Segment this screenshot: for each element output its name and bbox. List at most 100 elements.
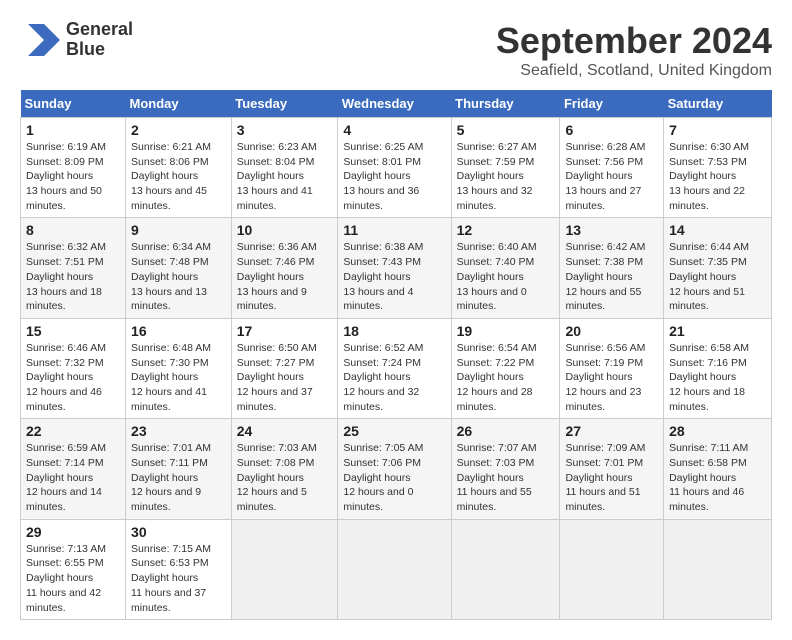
day-info: Sunrise: 7:11 AMSunset: 6:58 PMDaylight … bbox=[669, 442, 748, 513]
day-info: Sunrise: 6:48 AMSunset: 7:30 PMDaylight … bbox=[131, 342, 211, 413]
calendar-week-row: 8 Sunrise: 6:32 AMSunset: 7:51 PMDayligh… bbox=[21, 218, 772, 318]
day-number: 7 bbox=[669, 122, 766, 138]
calendar-cell: 5 Sunrise: 6:27 AMSunset: 7:59 PMDayligh… bbox=[451, 118, 560, 218]
calendar-cell: 21 Sunrise: 6:58 AMSunset: 7:16 PMDaylig… bbox=[664, 318, 772, 418]
calendar-cell: 27 Sunrise: 7:09 AMSunset: 7:01 PMDaylig… bbox=[560, 419, 664, 519]
day-number: 28 bbox=[669, 423, 766, 439]
calendar-table: SundayMondayTuesdayWednesdayThursdayFrid… bbox=[20, 90, 772, 620]
calendar-cell: 3 Sunrise: 6:23 AMSunset: 8:04 PMDayligh… bbox=[231, 118, 338, 218]
day-number: 5 bbox=[457, 122, 555, 138]
day-info: Sunrise: 6:27 AMSunset: 7:59 PMDaylight … bbox=[457, 141, 537, 212]
day-number: 1 bbox=[26, 122, 120, 138]
calendar-cell bbox=[664, 519, 772, 619]
calendar-cell: 19 Sunrise: 6:54 AMSunset: 7:22 PMDaylig… bbox=[451, 318, 560, 418]
day-info: Sunrise: 7:05 AMSunset: 7:06 PMDaylight … bbox=[343, 442, 423, 513]
day-info: Sunrise: 6:28 AMSunset: 7:56 PMDaylight … bbox=[565, 141, 645, 212]
day-info: Sunrise: 7:01 AMSunset: 7:11 PMDaylight … bbox=[131, 442, 211, 513]
day-header-tuesday: Tuesday bbox=[231, 90, 338, 118]
day-info: Sunrise: 6:19 AMSunset: 8:09 PMDaylight … bbox=[26, 141, 106, 212]
calendar-cell: 26 Sunrise: 7:07 AMSunset: 7:03 PMDaylig… bbox=[451, 419, 560, 519]
logo: General Blue bbox=[20, 20, 133, 60]
day-info: Sunrise: 6:54 AMSunset: 7:22 PMDaylight … bbox=[457, 342, 537, 413]
calendar-cell bbox=[560, 519, 664, 619]
calendar-cell bbox=[451, 519, 560, 619]
day-number: 14 bbox=[669, 222, 766, 238]
calendar-cell: 8 Sunrise: 6:32 AMSunset: 7:51 PMDayligh… bbox=[21, 218, 126, 318]
day-info: Sunrise: 6:38 AMSunset: 7:43 PMDaylight … bbox=[343, 241, 423, 312]
day-number: 8 bbox=[26, 222, 120, 238]
page-header: General Blue September 2024 Seafield, Sc… bbox=[20, 20, 772, 80]
day-number: 30 bbox=[131, 524, 226, 540]
day-info: Sunrise: 6:58 AMSunset: 7:16 PMDaylight … bbox=[669, 342, 749, 413]
day-header-friday: Friday bbox=[560, 90, 664, 118]
calendar-cell: 20 Sunrise: 6:56 AMSunset: 7:19 PMDaylig… bbox=[560, 318, 664, 418]
day-info: Sunrise: 6:30 AMSunset: 7:53 PMDaylight … bbox=[669, 141, 749, 212]
calendar-week-row: 22 Sunrise: 6:59 AMSunset: 7:14 PMDaylig… bbox=[21, 419, 772, 519]
calendar-cell: 24 Sunrise: 7:03 AMSunset: 7:08 PMDaylig… bbox=[231, 419, 338, 519]
day-info: Sunrise: 6:52 AMSunset: 7:24 PMDaylight … bbox=[343, 342, 423, 413]
day-info: Sunrise: 6:32 AMSunset: 7:51 PMDaylight … bbox=[26, 241, 106, 312]
calendar-cell: 9 Sunrise: 6:34 AMSunset: 7:48 PMDayligh… bbox=[126, 218, 232, 318]
calendar-cell: 6 Sunrise: 6:28 AMSunset: 7:56 PMDayligh… bbox=[560, 118, 664, 218]
day-info: Sunrise: 6:25 AMSunset: 8:01 PMDaylight … bbox=[343, 141, 423, 212]
day-number: 9 bbox=[131, 222, 226, 238]
logo-text: General Blue bbox=[66, 20, 133, 60]
day-number: 10 bbox=[237, 222, 333, 238]
calendar-cell: 1 Sunrise: 6:19 AMSunset: 8:09 PMDayligh… bbox=[21, 118, 126, 218]
day-header-thursday: Thursday bbox=[451, 90, 560, 118]
day-number: 2 bbox=[131, 122, 226, 138]
calendar-cell: 12 Sunrise: 6:40 AMSunset: 7:40 PMDaylig… bbox=[451, 218, 560, 318]
calendar-cell: 11 Sunrise: 6:38 AMSunset: 7:43 PMDaylig… bbox=[338, 218, 451, 318]
calendar-cell: 14 Sunrise: 6:44 AMSunset: 7:35 PMDaylig… bbox=[664, 218, 772, 318]
calendar-cell: 15 Sunrise: 6:46 AMSunset: 7:32 PMDaylig… bbox=[21, 318, 126, 418]
day-number: 17 bbox=[237, 323, 333, 339]
day-number: 3 bbox=[237, 122, 333, 138]
day-info: Sunrise: 6:40 AMSunset: 7:40 PMDaylight … bbox=[457, 241, 537, 312]
calendar-cell: 10 Sunrise: 6:36 AMSunset: 7:46 PMDaylig… bbox=[231, 218, 338, 318]
day-number: 20 bbox=[565, 323, 658, 339]
calendar-cell: 28 Sunrise: 7:11 AMSunset: 6:58 PMDaylig… bbox=[664, 419, 772, 519]
calendar-week-row: 1 Sunrise: 6:19 AMSunset: 8:09 PMDayligh… bbox=[21, 118, 772, 218]
calendar-cell: 25 Sunrise: 7:05 AMSunset: 7:06 PMDaylig… bbox=[338, 419, 451, 519]
day-number: 13 bbox=[565, 222, 658, 238]
day-info: Sunrise: 6:42 AMSunset: 7:38 PMDaylight … bbox=[565, 241, 645, 312]
day-number: 21 bbox=[669, 323, 766, 339]
day-info: Sunrise: 6:44 AMSunset: 7:35 PMDaylight … bbox=[669, 241, 749, 312]
day-number: 11 bbox=[343, 222, 445, 238]
day-info: Sunrise: 6:56 AMSunset: 7:19 PMDaylight … bbox=[565, 342, 645, 413]
calendar-cell: 29 Sunrise: 7:13 AMSunset: 6:55 PMDaylig… bbox=[21, 519, 126, 619]
page-title: September 2024 bbox=[496, 20, 772, 62]
day-number: 4 bbox=[343, 122, 445, 138]
calendar-cell: 30 Sunrise: 7:15 AMSunset: 6:53 PMDaylig… bbox=[126, 519, 232, 619]
day-header-saturday: Saturday bbox=[664, 90, 772, 118]
calendar-cell: 16 Sunrise: 6:48 AMSunset: 7:30 PMDaylig… bbox=[126, 318, 232, 418]
day-number: 24 bbox=[237, 423, 333, 439]
calendar-week-row: 29 Sunrise: 7:13 AMSunset: 6:55 PMDaylig… bbox=[21, 519, 772, 619]
day-info: Sunrise: 7:13 AMSunset: 6:55 PMDaylight … bbox=[26, 543, 106, 614]
calendar-week-row: 15 Sunrise: 6:46 AMSunset: 7:32 PMDaylig… bbox=[21, 318, 772, 418]
calendar-cell bbox=[338, 519, 451, 619]
calendar-cell bbox=[231, 519, 338, 619]
day-number: 15 bbox=[26, 323, 120, 339]
calendar-cell: 13 Sunrise: 6:42 AMSunset: 7:38 PMDaylig… bbox=[560, 218, 664, 318]
day-info: Sunrise: 6:50 AMSunset: 7:27 PMDaylight … bbox=[237, 342, 317, 413]
title-section: September 2024 Seafield, Scotland, Unite… bbox=[496, 20, 772, 80]
day-info: Sunrise: 6:46 AMSunset: 7:32 PMDaylight … bbox=[26, 342, 106, 413]
day-number: 12 bbox=[457, 222, 555, 238]
day-number: 18 bbox=[343, 323, 445, 339]
calendar-cell: 17 Sunrise: 6:50 AMSunset: 7:27 PMDaylig… bbox=[231, 318, 338, 418]
calendar-cell: 4 Sunrise: 6:25 AMSunset: 8:01 PMDayligh… bbox=[338, 118, 451, 218]
page-subtitle: Seafield, Scotland, United Kingdom bbox=[496, 62, 772, 80]
day-number: 26 bbox=[457, 423, 555, 439]
calendar-body: 1 Sunrise: 6:19 AMSunset: 8:09 PMDayligh… bbox=[21, 118, 772, 620]
day-info: Sunrise: 6:36 AMSunset: 7:46 PMDaylight … bbox=[237, 241, 317, 312]
day-number: 27 bbox=[565, 423, 658, 439]
logo-icon bbox=[20, 20, 60, 60]
day-header-monday: Monday bbox=[126, 90, 232, 118]
day-info: Sunrise: 7:07 AMSunset: 7:03 PMDaylight … bbox=[457, 442, 537, 513]
day-number: 6 bbox=[565, 122, 658, 138]
day-number: 19 bbox=[457, 323, 555, 339]
day-number: 16 bbox=[131, 323, 226, 339]
calendar-cell: 22 Sunrise: 6:59 AMSunset: 7:14 PMDaylig… bbox=[21, 419, 126, 519]
day-header-sunday: Sunday bbox=[21, 90, 126, 118]
